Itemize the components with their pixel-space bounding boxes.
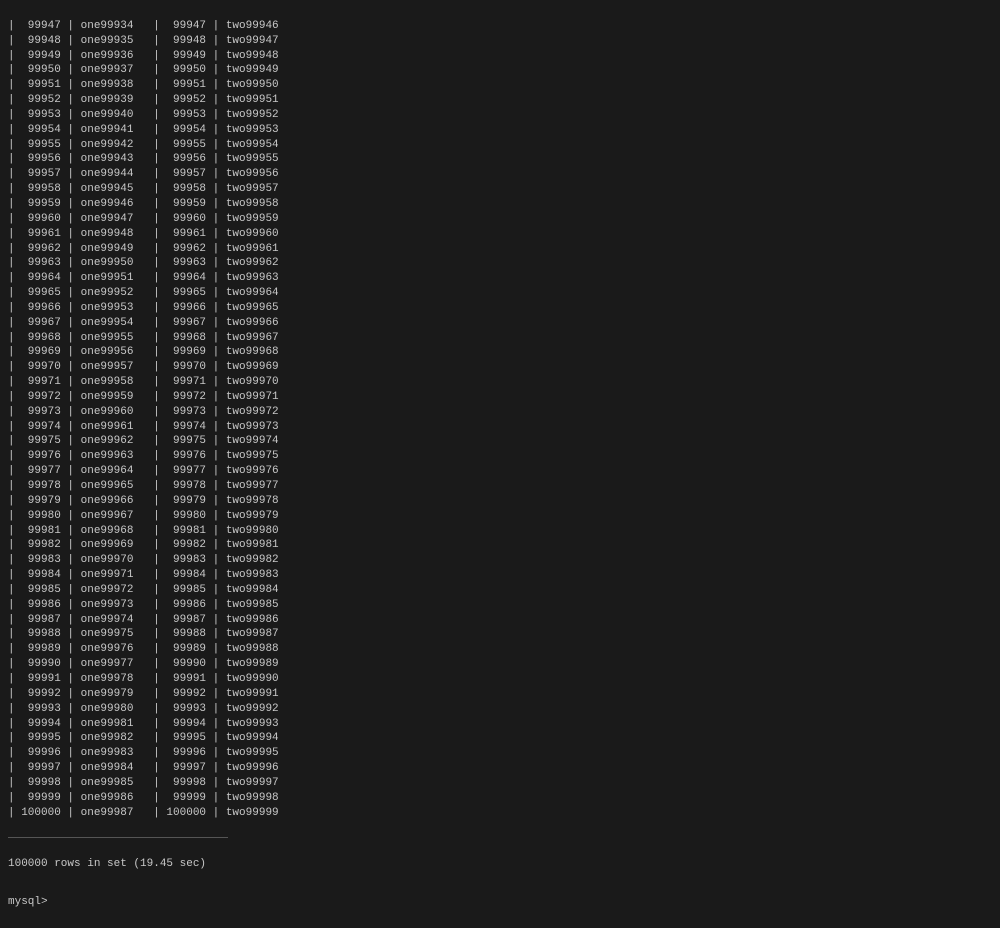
table-row: | 99985 | one99972 | 99985 | two99984 [8,583,992,598]
table-row: | 99974 | one99961 | 99974 | two99973 [8,420,992,435]
table-row: | 99970 | one99957 | 99970 | two99969 [8,360,992,375]
table-row: | 99961 | one99948 | 99961 | two99960 [8,227,992,242]
terminal: | 99947 | one99934 | 99947 | two99946| 9… [0,0,1000,928]
table-row: | 99948 | one99935 | 99948 | two99947 [8,34,992,49]
table-row: | 99984 | one99971 | 99984 | two99983 [8,568,992,583]
data-rows: | 99947 | one99934 | 99947 | two99946| 9… [8,19,992,821]
table-row: | 99971 | one99958 | 99971 | two99970 [8,375,992,390]
separator [8,837,228,838]
table-row: | 99987 | one99974 | 99987 | two99986 [8,613,992,628]
table-row: | 99996 | one99983 | 99996 | two99995 [8,746,992,761]
table-row: | 99966 | one99953 | 99966 | two99965 [8,301,992,316]
table-row: | 99959 | one99946 | 99959 | two99958 [8,197,992,212]
table-row: | 99947 | one99934 | 99947 | two99946 [8,19,992,34]
table-row: | 99972 | one99959 | 99972 | two99971 [8,390,992,405]
table-row: | 99997 | one99984 | 99997 | two99996 [8,761,992,776]
table-row: | 99952 | one99939 | 99952 | two99951 [8,93,992,108]
table-row: | 99963 | one99950 | 99963 | two99962 [8,256,992,271]
table-row: | 99992 | one99979 | 99992 | two99991 [8,687,992,702]
table-row: | 99969 | one99956 | 99969 | two99968 [8,345,992,360]
table-row: | 99956 | one99943 | 99956 | two99955 [8,152,992,167]
table-row: | 99986 | one99973 | 99986 | two99985 [8,598,992,613]
table-row: | 100000 | one99987 | 100000 | two99999 [8,806,992,821]
table-row: | 99981 | one99968 | 99981 | two99980 [8,524,992,539]
table-row: | 99958 | one99945 | 99958 | two99957 [8,182,992,197]
table-row: | 99983 | one99970 | 99983 | two99982 [8,553,992,568]
table-row: | 99993 | one99980 | 99993 | two99992 [8,702,992,717]
table-row: | 99968 | one99955 | 99968 | two99967 [8,331,992,346]
table-row: | 99965 | one99952 | 99965 | two99964 [8,286,992,301]
table-row: | 99995 | one99982 | 99995 | two99994 [8,731,992,746]
table-row: | 99976 | one99963 | 99976 | two99975 [8,449,992,464]
table-row: | 99994 | one99981 | 99994 | two99993 [8,717,992,732]
table-row: | 99978 | one99965 | 99978 | two99977 [8,479,992,494]
table-row: | 99960 | one99947 | 99960 | two99959 [8,212,992,227]
table-row: | 99957 | one99944 | 99957 | two99956 [8,167,992,182]
table-row: | 99991 | one99978 | 99991 | two99990 [8,672,992,687]
footer-text: 100000 rows in set (19.45 sec) [8,857,992,872]
table-row: | 99988 | one99975 | 99988 | two99987 [8,627,992,642]
table-row: | 99975 | one99962 | 99975 | two99974 [8,434,992,449]
table-row: | 99977 | one99964 | 99977 | two99976 [8,464,992,479]
table-row: | 99999 | one99986 | 99999 | two99998 [8,791,992,806]
table-row: | 99954 | one99941 | 99954 | two99953 [8,123,992,138]
table-row: | 99953 | one99940 | 99953 | two99952 [8,108,992,123]
table-row: | 99973 | one99960 | 99973 | two99972 [8,405,992,420]
table-row: | 99967 | one99954 | 99967 | two99966 [8,316,992,331]
table-row: | 99964 | one99951 | 99964 | two99963 [8,271,992,286]
table-row: | 99955 | one99942 | 99955 | two99954 [8,138,992,153]
table-row: | 99982 | one99969 | 99982 | two99981 [8,538,992,553]
table-row: | 99951 | one99938 | 99951 | two99950 [8,78,992,93]
table-row: | 99990 | one99977 | 99990 | two99989 [8,657,992,672]
table-row: | 99980 | one99967 | 99980 | two99979 [8,509,992,524]
table-row: | 99979 | one99966 | 99979 | two99978 [8,494,992,509]
mysql-prompt[interactable]: mysql> [8,895,992,910]
table-row: | 99962 | one99949 | 99962 | two99961 [8,242,992,257]
table-row: | 99949 | one99936 | 99949 | two99948 [8,49,992,64]
table-row: | 99950 | one99937 | 99950 | two99949 [8,63,992,78]
table-row: | 99998 | one99985 | 99998 | two99997 [8,776,992,791]
table-row: | 99989 | one99976 | 99989 | two99988 [8,642,992,657]
